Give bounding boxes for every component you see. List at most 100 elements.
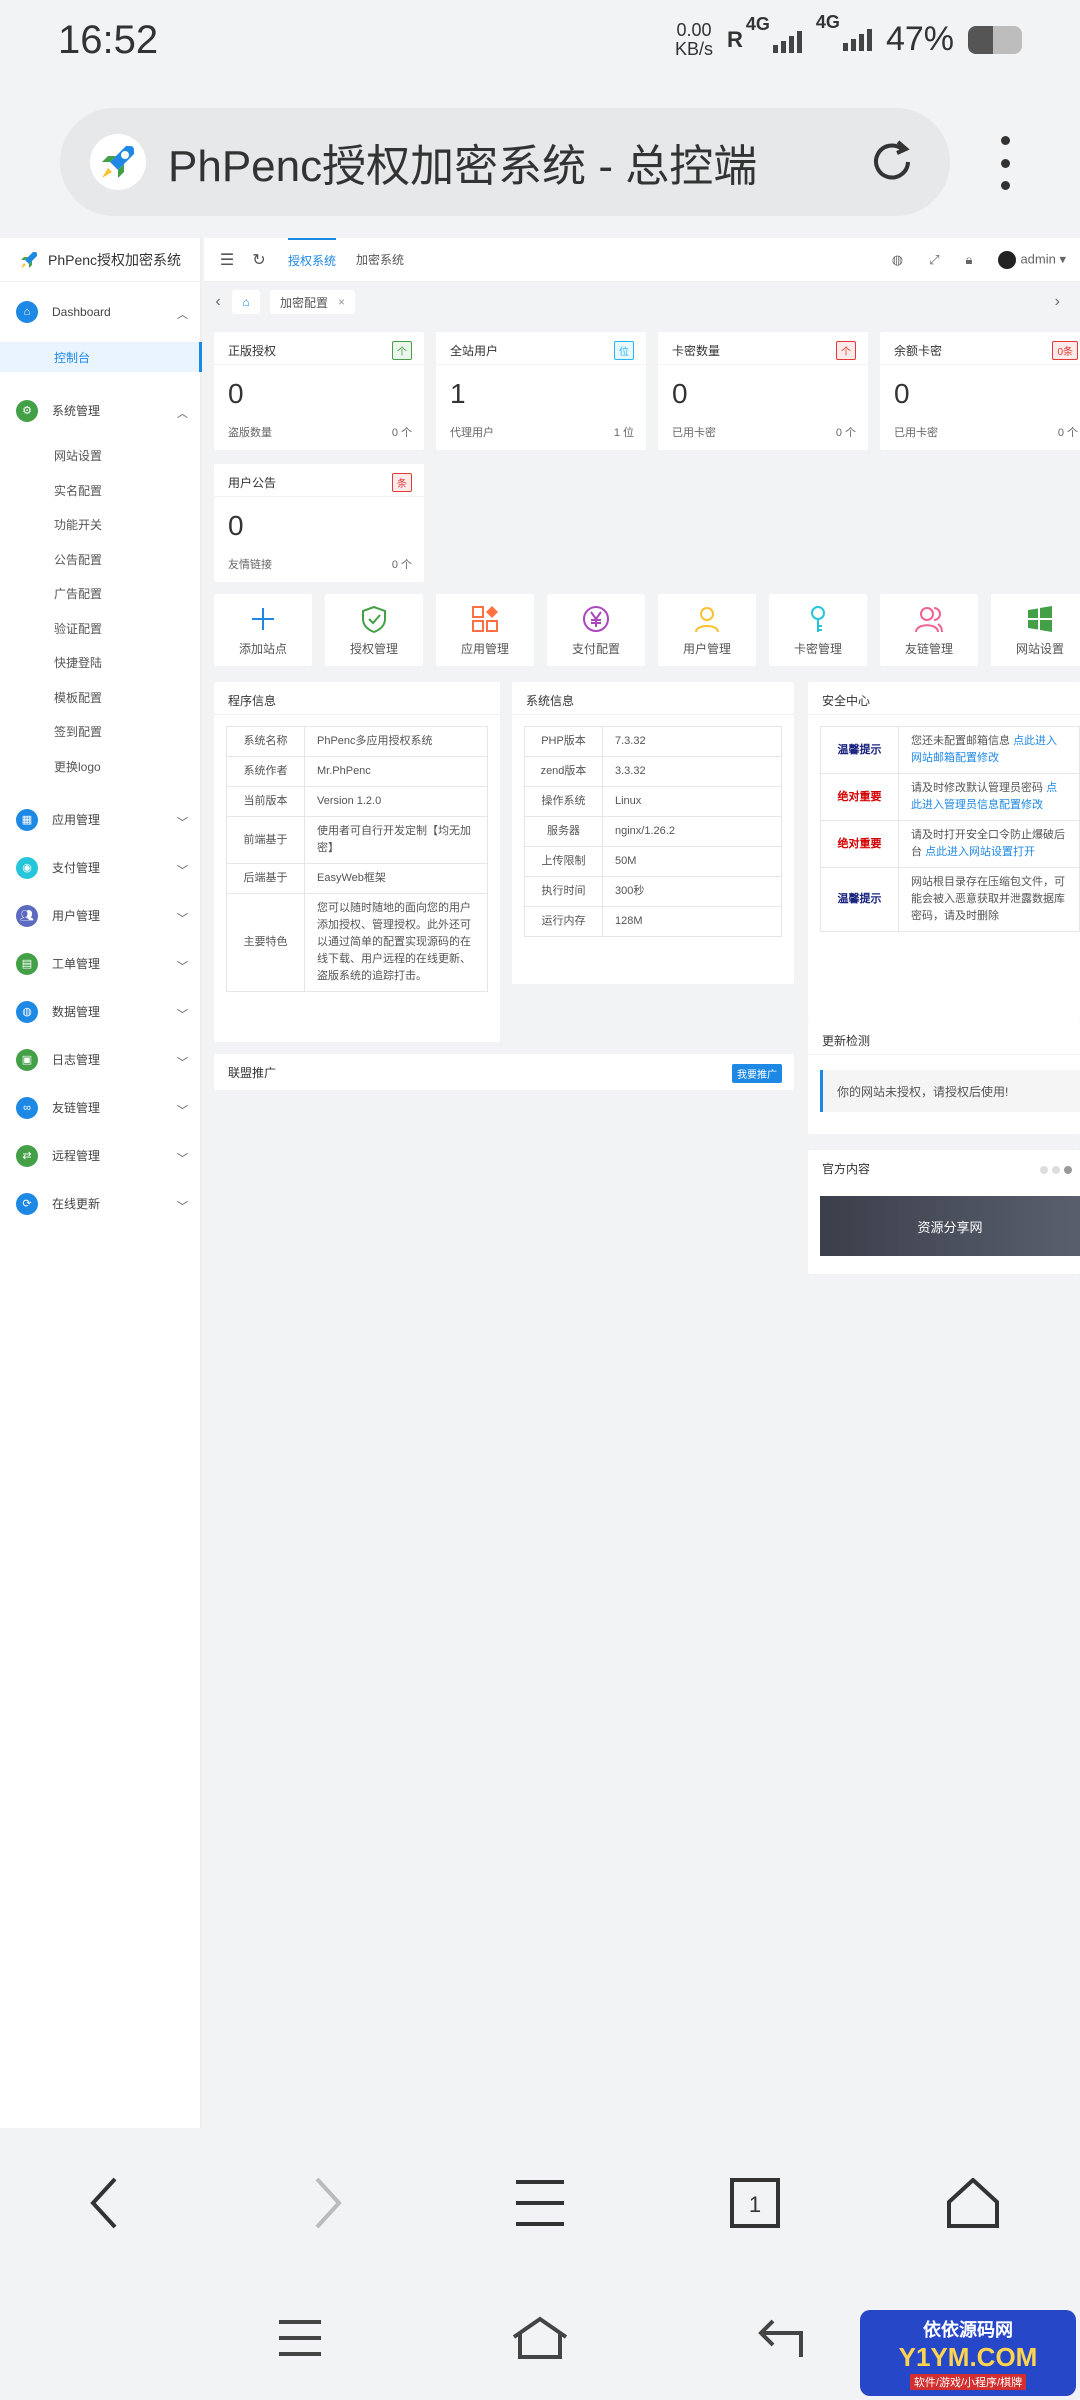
browser-menu-icon[interactable] — [990, 128, 1020, 198]
stat-card[interactable]: 全站用户 位 1 代理用户 1 位 — [436, 332, 646, 450]
sidebar-item[interactable]: 更换logo — [0, 751, 202, 781]
refresh-icon[interactable]: ↻ — [250, 250, 268, 270]
lock-icon[interactable]: 🔒︎ — [966, 252, 973, 268]
quick-action-label: 添加站点 — [238, 641, 287, 656]
users-icon: 👥︎ — [16, 904, 38, 927]
table-row: 温馨提示 网站根目录存在压缩包文件，可能会被入恶意获取并泄露数据库密码，请及时删除 — [820, 867, 1080, 932]
sidebar-item[interactable]: 公告配置 — [0, 544, 202, 574]
collapse-menu-icon[interactable]: ☰ — [218, 250, 236, 270]
chevron-down-icon: ﹀ — [177, 1152, 188, 1165]
quick-action[interactable]: 网站设置 — [991, 594, 1080, 666]
chevron-down-icon: ﹀ — [177, 816, 188, 829]
sidebar-group-label: 在线更新 — [52, 1197, 101, 1211]
tabs-count-icon[interactable]: 1 — [720, 2168, 790, 2238]
sidebar-group-label: 友链管理 — [52, 1101, 101, 1115]
info-key: 系统作者 — [226, 756, 305, 787]
panel-title: 更新检测 — [822, 1034, 871, 1048]
chevron-left-icon[interactable]: ‹ — [204, 293, 232, 311]
user-icon — [695, 606, 719, 632]
sidebar-group-8[interactable]: ∞ 友链管理 ﹀ — [0, 1090, 202, 1126]
table-row: 主要特色 您可以随时随地的面向您的用户添加授权、管理授权。此外还可以通过简单的配置… — [226, 893, 488, 992]
home-icon[interactable] — [938, 2168, 1008, 2238]
security-link[interactable]: 点此进入网站设置打开 — [925, 846, 1035, 858]
table-row: 绝对重要 请及时修改默认管理员密码 点此进入管理员信息配置修改 — [820, 773, 1080, 821]
info-value: Linux — [602, 786, 782, 817]
user-menu[interactable]: admin ▾ — [998, 251, 1066, 269]
sidebar-group-4[interactable]: 👥︎ 用户管理 ﹀ — [0, 898, 202, 934]
stat-card[interactable]: 卡密数量 个 0 已用卡密 0 个 — [658, 332, 868, 450]
back-icon[interactable] — [70, 2168, 140, 2238]
chevron-down-icon: ﹀ — [177, 1200, 188, 1213]
sidebar-item[interactable]: 实名配置 — [0, 475, 202, 505]
reload-icon[interactable] — [864, 134, 920, 190]
sidebar-item[interactable]: 网站设置 — [0, 441, 202, 471]
sidebar-item[interactable]: 验证配置 — [0, 613, 202, 643]
stat-value: 0 — [672, 378, 688, 409]
data-icon: ◍ — [16, 1000, 38, 1023]
official-banner[interactable]: 资源分享网 — [820, 1196, 1080, 1256]
table-row: 绝对重要 请及时打开安全口令防止爆破后台 点此进入网站设置打开 — [820, 820, 1080, 868]
tab-encrypt-system[interactable]: 加密系统 — [356, 238, 404, 282]
sidebar-item[interactable]: 控制台 — [0, 342, 202, 372]
quick-action[interactable]: 支付配置 — [547, 594, 645, 666]
security-table: 温馨提示 您还未配置邮箱信息 点此进入网站邮箱配置修改 绝对重要 请及时修改默认管理员… — [820, 726, 1080, 932]
tab-auth-system[interactable]: 授权系统 — [288, 238, 337, 282]
forward-icon[interactable] — [292, 2168, 362, 2238]
sidebar-group-10[interactable]: ⟳ 在线更新 ﹀ — [0, 1186, 202, 1222]
sidebar-group-1[interactable]: ⚙ 系统管理 ︿ — [0, 393, 202, 429]
sidebar-item[interactable]: 模板配置 — [0, 682, 202, 712]
quick-action[interactable]: 应用管理 — [436, 594, 534, 666]
table-row: 系统名称 PhPenc多应用授权系统 — [226, 726, 488, 757]
sidebar-group-label: Dashboard — [52, 305, 111, 319]
panel-title: 程序信息 — [228, 694, 277, 708]
stat-sub-value: 0 个 — [391, 559, 412, 571]
sidebar-item[interactable]: 签到配置 — [0, 717, 202, 747]
update-check-panel: 更新检测 你的网站未授权，请授权后使用! — [808, 1022, 1080, 1134]
home-tab-icon[interactable]: ⌂ — [232, 290, 260, 314]
sidebar-group-5[interactable]: ▤ 工单管理 ﹀ — [0, 946, 202, 982]
stat-sub-value: 0 个 — [1057, 427, 1078, 439]
address-bar[interactable]: PhPenc授权加密系统 - 总控端 — [60, 108, 950, 216]
system-back-icon[interactable] — [745, 2308, 815, 2368]
svg-text:1: 1 — [749, 2192, 761, 2217]
close-icon[interactable]: × — [338, 295, 345, 309]
sidebar-item[interactable]: 广告配置 — [0, 579, 202, 609]
fullscreen-icon[interactable]: ⤢ — [929, 252, 939, 268]
update-alert: 你的网站未授权，请授权后使用! — [820, 1070, 1080, 1112]
system-home-icon[interactable] — [505, 2308, 575, 2368]
sidebar-group-3[interactable]: ◉ 支付管理 ﹀ — [0, 850, 202, 886]
quick-action-label: 友链管理 — [904, 641, 953, 656]
stat-card[interactable]: 正版授权 个 0 盗版数量 0 个 — [214, 332, 424, 450]
stat-badge: 个 — [392, 341, 412, 360]
menu-lines-icon[interactable] — [505, 2168, 575, 2238]
quick-action[interactable]: 授权管理 — [325, 594, 423, 666]
stat-card[interactable]: 用户公告 条 0 友情链接 0 个 — [214, 464, 424, 582]
sidebar-group-2[interactable]: ▦ 应用管理 ﹀ — [0, 802, 202, 838]
quick-action[interactable]: 友链管理 — [880, 594, 978, 666]
status-time: 16:52 — [58, 18, 159, 62]
carousel-dots[interactable] — [1040, 1166, 1072, 1174]
recents-icon[interactable] — [265, 2308, 335, 2368]
program-info-table: 系统名称 PhPenc多应用授权系统 系统作者 Mr.PhPenc 当前版本 Versio… — [226, 726, 488, 992]
sidebar-group-label: 应用管理 — [52, 813, 101, 827]
sidebar-group-7[interactable]: ▣ 日志管理 ﹀ — [0, 1042, 202, 1078]
sidebar-group-0[interactable]: ⌂ Dashboard ︿ — [0, 294, 202, 330]
sidebar-group-9[interactable]: ⇄ 远程管理 ﹀ — [0, 1138, 202, 1174]
quick-action[interactable]: 用户管理 — [658, 594, 756, 666]
globe-icon[interactable]: ◍ — [892, 252, 903, 268]
quick-action[interactable]: 添加站点 — [214, 594, 312, 666]
stat-value: 0 — [228, 378, 244, 409]
quick-action[interactable]: 卡密管理 — [769, 594, 867, 666]
stat-card[interactable]: 余额卡密 0条 0 已用卡密 0 个 — [880, 332, 1080, 450]
tab-current[interactable]: 加密配置 × — [270, 290, 356, 314]
security-tag: 绝对重要 — [820, 820, 899, 868]
quick-action-label: 用户管理 — [682, 641, 731, 656]
brand[interactable]: PhPenc授权加密系统 — [0, 238, 200, 282]
sidebar-item[interactable]: 功能开关 — [0, 510, 202, 540]
chevron-right-icon[interactable]: › — [1055, 293, 1060, 311]
promote-button[interactable]: 我要推广 — [732, 1064, 782, 1083]
sidebar-item[interactable]: 快捷登陆 — [0, 648, 202, 678]
sidebar-group-6[interactable]: ◍ 数据管理 ﹀ — [0, 994, 202, 1030]
official-content-panel: 官方内容 资源分享网 — [808, 1150, 1080, 1274]
stat-sub-label: 盗版数量 — [228, 427, 272, 439]
